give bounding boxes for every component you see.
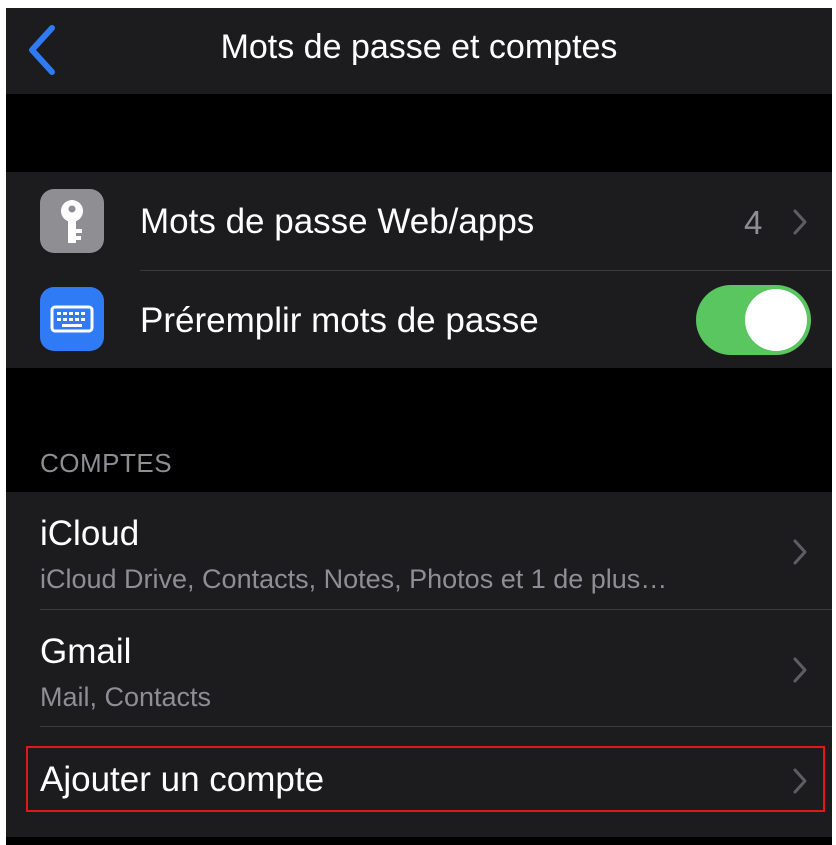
section-header-accounts: COMPTES (40, 448, 173, 478)
chevron-right-icon (793, 768, 807, 794)
web-passwords-label: Mots de passe Web/apps (140, 202, 535, 241)
account-title: iCloud (40, 514, 140, 553)
account-title: Gmail (40, 632, 132, 671)
page-title: Mots de passe et comptes (220, 28, 618, 66)
account-subtitle: iCloud Drive, Contacts, Notes, Photos et… (40, 564, 668, 594)
add-account-row[interactable]: Ajouter un compte (6, 727, 832, 837)
chevron-right-icon (793, 209, 807, 235)
account-subtitle: Mail, Contacts (40, 682, 212, 712)
key-icon (40, 189, 104, 253)
toggle-knob (745, 289, 807, 351)
web-passwords-row[interactable]: Mots de passe Web/apps 4 (6, 172, 832, 270)
keyboard-icon (40, 287, 104, 351)
autofill-toggle[interactable] (696, 285, 811, 355)
settings-screen: Mots de passe et comptes Mots de passe W… (6, 8, 832, 845)
web-passwords-count: 4 (744, 204, 763, 241)
add-account-label: Ajouter un compte (40, 760, 325, 799)
chevron-right-icon (793, 657, 807, 683)
account-row-icloud[interactable]: iCloud iCloud Drive, Contacts, Notes, Ph… (6, 492, 832, 609)
chevron-right-icon (793, 539, 807, 565)
autofill-passwords-label: Préremplir mots de passe (140, 301, 539, 340)
account-row-gmail[interactable]: Gmail Mail, Contacts (6, 610, 832, 726)
navigation-bar: Mots de passe et comptes (6, 8, 832, 94)
